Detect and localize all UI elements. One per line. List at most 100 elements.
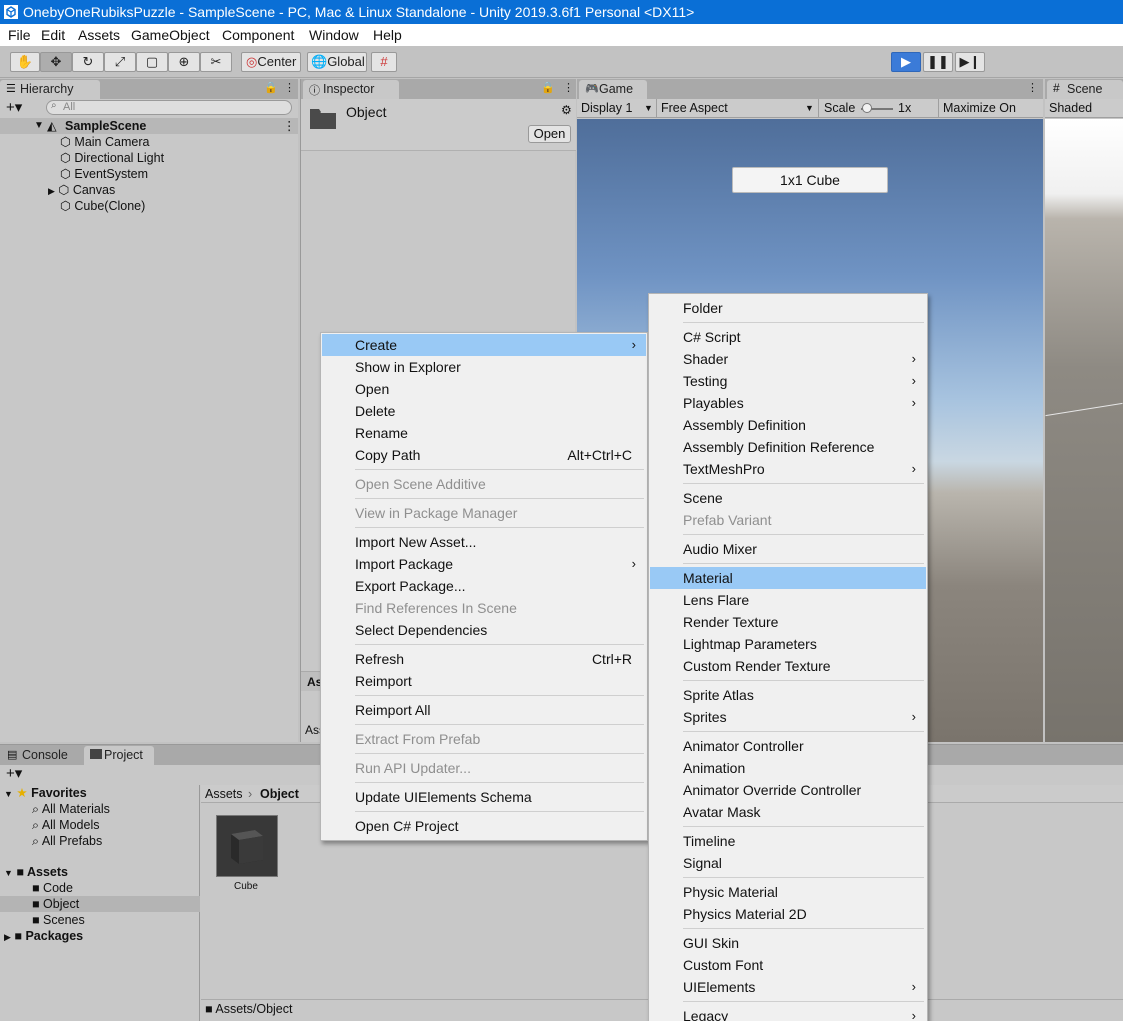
menu-item-reimport[interactable]: Reimport	[322, 670, 646, 692]
menu-edit[interactable]: Edit	[41, 24, 65, 46]
panel-menu-icon[interactable]: ⋮	[284, 81, 295, 94]
scene-menu-icon[interactable]: ⋮	[283, 118, 296, 134]
cube-button[interactable]: 1x1 Cube	[732, 167, 888, 193]
menu-item-legacy[interactable]: Legacy ›	[650, 1005, 926, 1021]
menu-item-animator-controller[interactable]: Animator Controller	[650, 735, 926, 757]
menu-item-uielements[interactable]: UIElements ›	[650, 976, 926, 998]
move-tool-icon[interactable]: ✥	[40, 52, 72, 72]
step-button[interactable]: ▶❙	[955, 52, 985, 72]
menu-item-signal[interactable]: Signal	[650, 852, 926, 874]
menu-item-lens-flare[interactable]: Lens Flare	[650, 589, 926, 611]
menu-gameobject[interactable]: GameObject	[131, 24, 210, 46]
scene-view[interactable]	[1045, 119, 1123, 742]
pivot-center-button[interactable]: ◎Center	[241, 52, 301, 72]
hand-tool-icon[interactable]: ✋	[10, 52, 40, 72]
assets-row[interactable]: ▼ ■ Assets	[4, 864, 68, 880]
menu-item-render-texture[interactable]: Render Texture	[650, 611, 926, 633]
add-icon[interactable]: +▾	[6, 98, 22, 116]
menu-item-show-in-explorer[interactable]: Show in Explorer	[322, 356, 646, 378]
menu-item-open[interactable]: Open	[322, 378, 646, 400]
favorite-item[interactable]: ⌕ All Models	[32, 817, 99, 833]
hierarchy-item[interactable]: ⬡ Directional Light	[60, 150, 164, 166]
menu-item-playables[interactable]: Playables ›	[650, 392, 926, 414]
play-button[interactable]: ▶	[891, 52, 921, 72]
menu-item-material[interactable]: Material	[650, 567, 926, 589]
menu-item-reimport-all[interactable]: Reimport All	[322, 699, 646, 721]
menu-component[interactable]: Component	[222, 24, 294, 46]
menu-item-copy-path[interactable]: Copy Path Alt+Ctrl+C	[322, 444, 646, 466]
menu-item-avatar-mask[interactable]: Avatar Mask	[650, 801, 926, 823]
menu-item-animation[interactable]: Animation	[650, 757, 926, 779]
menu-item-rename[interactable]: Rename	[322, 422, 646, 444]
scale-slider-thumb[interactable]	[862, 103, 872, 113]
pause-button[interactable]: ❚❚	[923, 52, 953, 72]
display-dropdown[interactable]: Display 1	[581, 99, 632, 117]
menu-item-textmeshpro[interactable]: TextMeshPro ›	[650, 458, 926, 480]
rotate-tool-icon[interactable]: ↻	[72, 52, 104, 72]
menu-item-animator-override-controller[interactable]: Animator Override Controller	[650, 779, 926, 801]
menu-item-folder[interactable]: Folder	[650, 297, 926, 319]
add-icon[interactable]: +▾	[6, 764, 22, 782]
menu-item-physic-material[interactable]: Physic Material	[650, 881, 926, 903]
open-button[interactable]: Open	[528, 125, 571, 143]
hierarchy-search-input[interactable]: ⌕ All	[46, 100, 292, 115]
folder-item-selected[interactable]: ■ Object	[0, 896, 200, 912]
menu-item-delete[interactable]: Delete	[322, 400, 646, 422]
hierarchy-item[interactable]: ⬡ Main Camera	[60, 134, 149, 150]
menu-item-sprites[interactable]: Sprites ›	[650, 706, 926, 728]
hierarchy-item[interactable]: ⬡ Cube(Clone)	[60, 198, 145, 214]
menu-item-open-c-project[interactable]: Open C# Project	[322, 815, 646, 837]
pivot-global-button[interactable]: 🌐Global	[307, 52, 367, 72]
aspect-dropdown[interactable]: Free Aspect	[661, 99, 728, 117]
packages-row[interactable]: ▶ ■ Packages	[4, 928, 83, 944]
menu-item-testing[interactable]: Testing ›	[650, 370, 926, 392]
menu-item-sprite-atlas[interactable]: Sprite Atlas	[650, 684, 926, 706]
menu-item-gui-skin[interactable]: GUI Skin	[650, 932, 926, 954]
gear-icon[interactable]: ⚙	[561, 103, 572, 117]
folder-item[interactable]: ■ Code	[32, 880, 73, 896]
menu-item-refresh[interactable]: Refresh Ctrl+R	[322, 648, 646, 670]
rect-tool-icon[interactable]: ▢	[136, 52, 168, 72]
hierarchy-item[interactable]: ▶ ⬡ Canvas	[48, 182, 115, 198]
menu-file[interactable]: File	[8, 24, 31, 46]
menu-item-scene[interactable]: Scene	[650, 487, 926, 509]
menu-help[interactable]: Help	[373, 24, 402, 46]
menu-item-timeline[interactable]: Timeline	[650, 830, 926, 852]
lock-icon[interactable]: 🔒	[541, 81, 555, 94]
custom-tool-icon[interactable]: ✂	[200, 52, 232, 72]
menu-item-shader[interactable]: Shader ›	[650, 348, 926, 370]
snap-grid-icon[interactable]: #	[371, 52, 397, 72]
breadcrumb-assets[interactable]: Assets	[205, 786, 243, 802]
menu-item-select-dependencies[interactable]: Select Dependencies	[322, 619, 646, 641]
menu-item-custom-font[interactable]: Custom Font	[650, 954, 926, 976]
menu-window[interactable]: Window	[309, 24, 359, 46]
menu-item-import-new-asset[interactable]: Import New Asset...	[322, 531, 646, 553]
breadcrumb-object[interactable]: Object	[260, 786, 299, 802]
menu-assets[interactable]: Assets	[78, 24, 120, 46]
favorites-row[interactable]: ▼ ★ Favorites	[4, 785, 87, 801]
asset-thumbnail[interactable]	[216, 815, 278, 877]
menu-item-custom-render-texture[interactable]: Custom Render Texture	[650, 655, 926, 677]
hierarchy-item[interactable]: ⬡ EventSystem	[60, 166, 148, 182]
scale-tool-icon[interactable]: ⤢	[104, 52, 136, 72]
menu-item-assembly-definition-reference[interactable]: Assembly Definition Reference	[650, 436, 926, 458]
lock-icon[interactable]: 🔒	[264, 81, 278, 94]
menu-separator	[355, 695, 644, 696]
menu-item-c-script[interactable]: C# Script	[650, 326, 926, 348]
menu-item-update-uielements-schema[interactable]: Update UIElements Schema	[322, 786, 646, 808]
favorite-item[interactable]: ⌕ All Materials	[32, 801, 110, 817]
transform-tool-icon[interactable]: ⊕	[168, 52, 200, 72]
menu-item-assembly-definition[interactable]: Assembly Definition	[650, 414, 926, 436]
menu-item-import-package[interactable]: Import Package ›	[322, 553, 646, 575]
shading-dropdown[interactable]: Shaded	[1049, 99, 1092, 117]
panel-menu-icon[interactable]: ⋮	[563, 81, 574, 94]
scene-row[interactable]: ▼ ◭ SampleScene ⋮	[0, 118, 298, 134]
menu-item-audio-mixer[interactable]: Audio Mixer	[650, 538, 926, 560]
menu-item-physics-material-2d[interactable]: Physics Material 2D	[650, 903, 926, 925]
panel-menu-icon[interactable]: ⋮	[1027, 81, 1038, 94]
menu-item-export-package[interactable]: Export Package...	[322, 575, 646, 597]
favorite-item[interactable]: ⌕ All Prefabs	[32, 833, 102, 849]
folder-item[interactable]: ■ Scenes	[32, 912, 85, 928]
menu-item-create[interactable]: Create ›	[322, 334, 646, 356]
menu-item-lightmap-parameters[interactable]: Lightmap Parameters	[650, 633, 926, 655]
